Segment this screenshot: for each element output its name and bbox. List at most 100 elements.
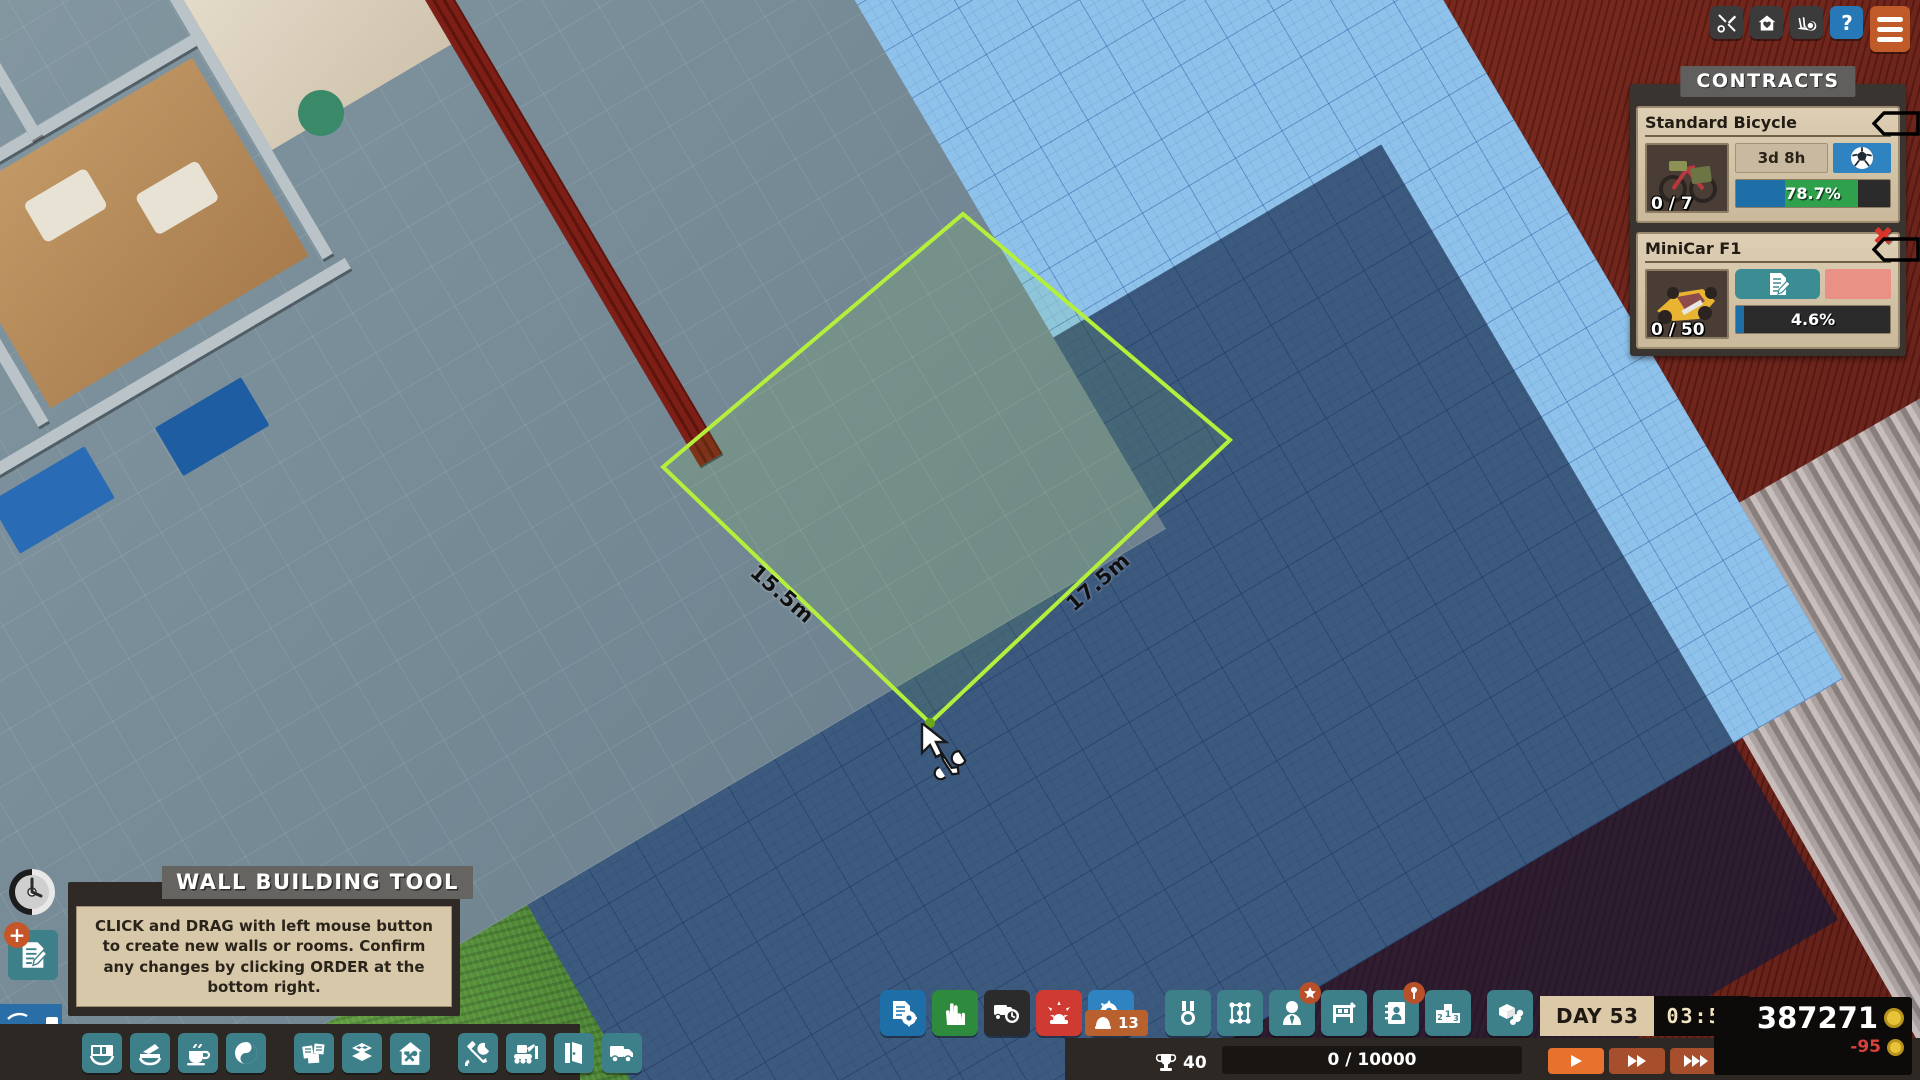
finances-button[interactable] xyxy=(1487,990,1533,1036)
logistics-button[interactable] xyxy=(984,990,1030,1036)
tooltip-body-frame: CLICK and DRAG with left mouse button to… xyxy=(68,882,460,1016)
xp-progress-bar: 0 / 10000 xyxy=(1222,1046,1522,1074)
door-button[interactable] xyxy=(554,1033,594,1073)
contract-thumbnail: 0 / 50 xyxy=(1645,269,1729,339)
decor-button[interactable] xyxy=(226,1033,266,1073)
flooring-button[interactable] xyxy=(342,1033,382,1073)
coffee-button[interactable] xyxy=(178,1033,218,1073)
svg-text:2: 2 xyxy=(1437,1013,1443,1022)
hamburger-icon-line-1 xyxy=(1877,16,1903,22)
worker-count-value: 13 xyxy=(1118,1014,1139,1032)
notes-add-badge[interactable]: + xyxy=(4,922,30,948)
money-balance: 387271 xyxy=(1756,1001,1878,1035)
coin-icon-small xyxy=(1887,1038,1904,1056)
trophy-counter: 40 xyxy=(1155,1052,1207,1074)
trophy-value: 40 xyxy=(1183,1053,1207,1073)
production-settings-button[interactable] xyxy=(880,990,926,1036)
contract-reject-button[interactable] xyxy=(1825,269,1891,299)
manager-button[interactable] xyxy=(1269,982,1321,1036)
yin-yang-decor-icon xyxy=(235,1042,257,1064)
contacts-button[interactable] xyxy=(1373,982,1425,1036)
floor-tiles-icon xyxy=(352,1043,372,1061)
svg-text:1: 1 xyxy=(1445,1010,1451,1020)
game-screen: 15.5m 17.5m ? CONTRACTS Standard Bicycle… xyxy=(0,0,1920,1080)
day-clock[interactable] xyxy=(6,866,58,918)
soccer-ball-icon xyxy=(1851,147,1873,169)
medal-icon xyxy=(1181,1001,1195,1025)
menu-button[interactable] xyxy=(1870,6,1910,52)
snail-icon xyxy=(1797,16,1816,31)
play-icon xyxy=(1571,1055,1582,1067)
contract-time-remaining: 3d 8h xyxy=(1735,143,1828,173)
alarm-button[interactable] xyxy=(1036,990,1082,1036)
money-display: 387271 -95 xyxy=(1714,997,1912,1075)
speed-play-button[interactable] xyxy=(1548,1048,1604,1074)
contract-progress-bar: 4.6% xyxy=(1735,305,1891,334)
anvil-button[interactable] xyxy=(130,1033,170,1073)
fastest-forward-icon xyxy=(1684,1055,1708,1067)
research-tree-button[interactable] xyxy=(1217,990,1263,1036)
person-tie-icon xyxy=(1283,1001,1301,1025)
speed-fast-button[interactable] xyxy=(1609,1048,1665,1074)
worker-helmet-icon xyxy=(1095,1017,1111,1029)
worker-count-badge[interactable]: 13 xyxy=(1085,1010,1148,1036)
truck-icon xyxy=(610,1046,633,1063)
speed-snail-button[interactable] xyxy=(1790,6,1823,39)
money-stack-icon xyxy=(1499,1004,1524,1025)
contract-card[interactable]: Standard Bicycle 0 / 7 3d 8h 78.7% xyxy=(1636,106,1920,223)
storage-shelf-icon xyxy=(1333,1002,1356,1023)
manager-star-badge xyxy=(1299,982,1321,1004)
contract-card[interactable]: ✖ MiniCar F1 0 / 50 4.6% xyxy=(1636,224,1920,349)
hamburger-icon-line-3 xyxy=(1877,36,1903,42)
speed-controls xyxy=(1548,1048,1726,1074)
money-delta-row: -95 xyxy=(1722,1037,1904,1057)
analog-clock-icon xyxy=(9,869,55,915)
help-button[interactable]: ? xyxy=(1830,6,1863,39)
home-button[interactable] xyxy=(1750,6,1783,39)
fast-forward-icon xyxy=(1628,1055,1646,1067)
notes-button[interactable]: + xyxy=(4,922,58,980)
svg-text:3: 3 xyxy=(1453,1014,1459,1023)
podium-icon: 1 2 3 xyxy=(1436,1004,1460,1023)
wall-tool-button[interactable] xyxy=(458,1033,498,1073)
shelf-button[interactable] xyxy=(1321,990,1367,1036)
contracts-panel: CONTRACTS Standard Bicycle 0 / 7 3d 8h 7… xyxy=(1630,66,1920,356)
build-house-button[interactable] xyxy=(390,1033,430,1073)
question-mark-icon: ? xyxy=(1841,12,1853,34)
house-tools-icon xyxy=(398,1041,422,1065)
tooltip-heading: WALL BUILDING TOOL xyxy=(162,866,473,899)
tech-tree-icon xyxy=(1229,1002,1251,1024)
money-balance-row: 387271 xyxy=(1722,1001,1904,1035)
address-book-icon xyxy=(1385,1002,1405,1024)
contracts-panel-title: CONTRACTS xyxy=(1680,66,1856,97)
contract-name: MiniCar F1 xyxy=(1645,239,1891,263)
contract-thumbnail: 0 / 7 xyxy=(1645,143,1729,213)
money-delta: -95 xyxy=(1850,1037,1881,1057)
awards-button[interactable] xyxy=(1165,990,1211,1036)
contract-sign-button[interactable] xyxy=(1735,269,1820,299)
raised-hands-icon xyxy=(946,1003,965,1025)
blueprints-button[interactable] xyxy=(294,1033,334,1073)
hamburger-icon-line-2 xyxy=(1877,26,1903,32)
siren-icon xyxy=(1048,1001,1070,1024)
hammer-wrench-icon xyxy=(465,1041,489,1066)
star-icon xyxy=(1304,987,1316,999)
contacts-key-badge xyxy=(1403,982,1425,1004)
bulldozer-button[interactable] xyxy=(506,1033,546,1073)
rankings-button[interactable]: 1 2 3 xyxy=(1425,990,1471,1036)
contract-progress-label: 78.7% xyxy=(1785,184,1841,203)
key-icon xyxy=(1411,987,1417,999)
hire-staff-button[interactable] xyxy=(932,990,978,1036)
svg-text:?: ? xyxy=(1841,12,1853,34)
repair-tools-button[interactable] xyxy=(1710,6,1743,39)
house-heart-icon xyxy=(1758,15,1775,30)
workbench-button[interactable] xyxy=(82,1033,122,1073)
contract-signature-icon xyxy=(1769,273,1791,295)
contract-cancel-button[interactable]: ✖ xyxy=(1872,224,1894,250)
bottom-right-toolbar: 1 2 3 xyxy=(1165,982,1533,1036)
contract-progress-bar: 78.7% xyxy=(1735,179,1891,208)
delivery-button[interactable] xyxy=(602,1033,642,1073)
contract-action-button[interactable] xyxy=(1833,143,1891,173)
tooltip-body-text: CLICK and DRAG with left mouse button to… xyxy=(76,906,452,1007)
xp-label: 0 / 10000 xyxy=(1327,1050,1417,1070)
